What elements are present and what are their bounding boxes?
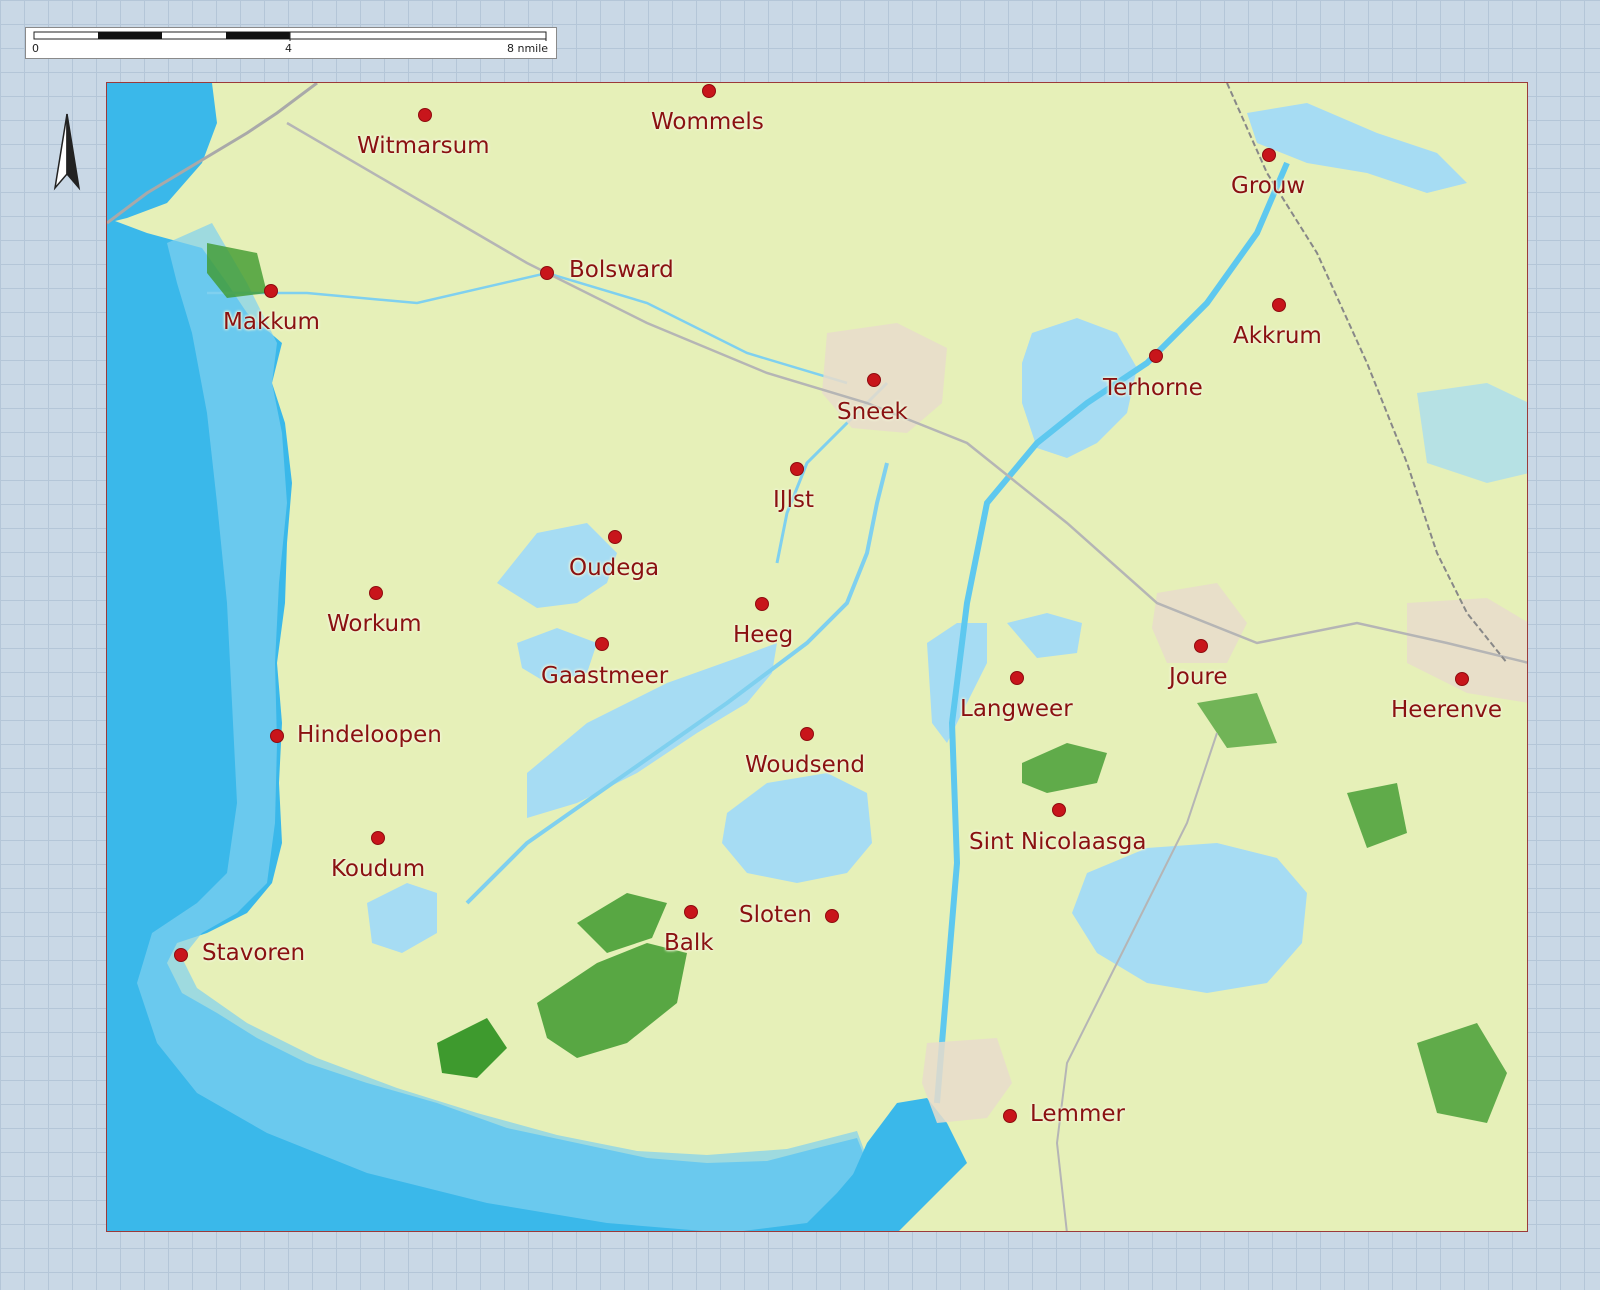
town-label-hindeloopen: Hindeloopen xyxy=(297,722,442,748)
town-marker-lemmer[interactable] xyxy=(1003,1109,1017,1123)
town-label-joure: Joure xyxy=(1169,664,1228,690)
town-label-sloten: Sloten xyxy=(739,902,812,928)
town-label-oudega: Oudega xyxy=(569,555,660,581)
scale-label-4: 4 xyxy=(285,42,292,55)
town-label-koudum: Koudum xyxy=(331,856,426,882)
map-frame[interactable]: Wommels Witmarsum Grouw Bolsward Makkum Akkru… xyxy=(106,82,1528,1232)
town-marker-ijlst[interactable] xyxy=(790,462,804,476)
scale-label-8: 8 nmile xyxy=(507,42,549,55)
town-label-langweer: Langweer xyxy=(960,696,1073,722)
town-marker-wommels[interactable] xyxy=(702,84,716,98)
town-label-ijlst: IJlst xyxy=(773,487,814,513)
town-label-lemmer: Lemmer xyxy=(1030,1101,1125,1127)
town-marker-langweer[interactable] xyxy=(1010,671,1024,685)
town-label-workum: Workum xyxy=(327,611,422,637)
north-arrow-icon xyxy=(52,112,82,196)
town-marker-heeg[interactable] xyxy=(755,597,769,611)
town-label-heeg: Heeg xyxy=(733,622,794,648)
scale-label-0: 0 xyxy=(32,42,39,55)
town-marker-terhorne[interactable] xyxy=(1149,349,1163,363)
town-label-sint-nicolaasga: Sint Nicolaasga xyxy=(969,829,1147,855)
town-marker-akkrum[interactable] xyxy=(1272,298,1286,312)
town-label-gaastmeer: Gaastmeer xyxy=(541,663,669,689)
town-label-akkrum: Akkrum xyxy=(1233,323,1322,349)
town-label-witmarsum: Witmarsum xyxy=(357,133,490,159)
town-marker-bolsward[interactable] xyxy=(540,266,554,280)
town-marker-workum[interactable] xyxy=(369,586,383,600)
town-marker-grouw[interactable] xyxy=(1262,148,1276,162)
town-marker-koudum[interactable] xyxy=(371,831,385,845)
town-marker-balk[interactable] xyxy=(684,905,698,919)
town-label-woudsend: Woudsend xyxy=(745,752,865,778)
town-marker-makkum[interactable] xyxy=(264,284,278,298)
town-label-heerenve: Heerenve xyxy=(1391,697,1503,723)
town-marker-hindeloopen[interactable] xyxy=(270,729,284,743)
town-label-terhorne: Terhorne xyxy=(1103,375,1203,401)
scale-bar: 0 4 8 nmile xyxy=(25,27,557,59)
town-marker-joure[interactable] xyxy=(1194,639,1208,653)
town-marker-sint-nicolaasga[interactable] xyxy=(1052,803,1066,817)
town-marker-heerenve[interactable] xyxy=(1455,672,1469,686)
town-label-sneek: Sneek xyxy=(837,399,908,425)
town-marker-gaastmeer[interactable] xyxy=(595,637,609,651)
town-marker-oudega[interactable] xyxy=(608,530,622,544)
town-label-wommels: Wommels xyxy=(651,109,764,135)
town-label-balk: Balk xyxy=(664,930,714,956)
town-label-bolsward: Bolsward xyxy=(569,257,674,283)
town-marker-sneek[interactable] xyxy=(867,373,881,387)
town-marker-woudsend[interactable] xyxy=(800,727,814,741)
town-label-stavoren: Stavoren xyxy=(202,940,306,966)
map-canvas xyxy=(107,83,1527,1231)
town-marker-stavoren[interactable] xyxy=(174,948,188,962)
town-label-grouw: Grouw xyxy=(1231,173,1306,199)
town-label-makkum: Makkum xyxy=(223,309,320,335)
town-marker-witmarsum[interactable] xyxy=(418,108,432,122)
town-marker-sloten[interactable] xyxy=(825,909,839,923)
